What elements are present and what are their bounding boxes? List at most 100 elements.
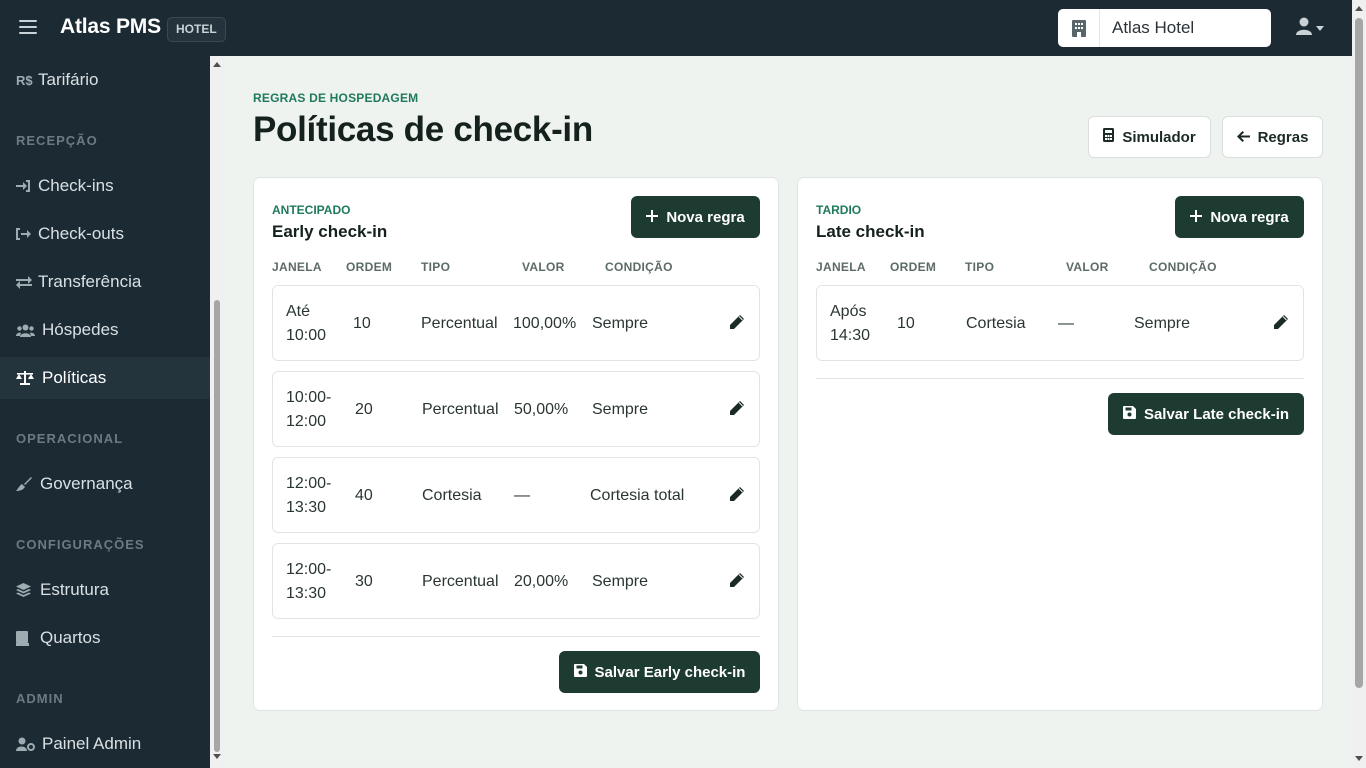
- sidebar-item-label: Tarifário: [38, 70, 99, 89]
- row-window: Até 10:00: [286, 300, 326, 348]
- column-header-tipo: TIPO: [965, 260, 995, 274]
- sidebar-item-quartos[interactable]: Quartos: [0, 617, 210, 659]
- sidebar-scroll-thumb[interactable]: [214, 300, 220, 752]
- back-to-rules-button[interactable]: Regras: [1222, 116, 1323, 158]
- row-order: 20: [355, 401, 373, 418]
- new-rule-button[interactable]: Nova regra: [631, 196, 760, 238]
- save-icon: [1122, 405, 1136, 423]
- table-row: Até 10:00 10 Percentual 100,00% Sempre: [272, 285, 760, 361]
- divider: [272, 636, 760, 637]
- page-eyebrow: REGRAS DE HOSPEDAGEM: [253, 91, 419, 105]
- broom-icon: [16, 477, 40, 491]
- row-type: Cortesia: [966, 315, 1026, 332]
- new-rule-button[interactable]: Nova regra: [1175, 196, 1304, 238]
- new-rule-label: Nova regra: [666, 208, 745, 226]
- brand-name[interactable]: Atlas PMS: [60, 15, 161, 39]
- edit-pencil-icon[interactable]: [728, 314, 748, 334]
- hamburger-menu-icon[interactable]: [19, 20, 37, 36]
- row-window: 10:00- 12:00: [286, 386, 331, 434]
- page-title: Políticas de check-in: [253, 110, 593, 149]
- edit-pencil-icon[interactable]: [728, 572, 748, 592]
- simulator-button[interactable]: Simulador: [1088, 116, 1211, 158]
- sidebar-item-hospedes[interactable]: Hóspedes: [0, 309, 210, 351]
- row-condition: Sempre: [592, 573, 649, 590]
- window-start: 10:00-: [286, 389, 332, 406]
- scroll-down-arrow-icon[interactable]: [213, 754, 221, 759]
- page-scrollbar[interactable]: [1352, 0, 1366, 768]
- sidebar-item-label: Hóspedes: [42, 320, 119, 339]
- bed-icon: [16, 630, 40, 646]
- window-end: 13:30: [286, 499, 327, 516]
- sidebar-item-transferencia[interactable]: Transferência: [0, 261, 210, 303]
- sidebar-item-painel-admin[interactable]: Painel Admin: [0, 723, 210, 765]
- user-icon: [1296, 17, 1312, 40]
- card-title: Early check-in: [272, 222, 388, 241]
- card-title: Late check-in: [816, 222, 925, 241]
- sidebar-item-label: Check-ins: [38, 176, 114, 195]
- window-end: 12:00: [286, 413, 327, 430]
- edit-pencil-icon[interactable]: [728, 400, 748, 420]
- late-checkin-card: TARDIO Late check-in Nova regra JANELA O…: [797, 177, 1323, 711]
- scroll-up-arrow-icon[interactable]: [1355, 6, 1363, 11]
- row-type: Percentual: [422, 573, 499, 590]
- column-header-ordem: ORDEM: [346, 260, 393, 274]
- table-row: Após 14:30 10 Cortesia — Sempre: [816, 285, 1304, 361]
- sidebar-item-label: Estrutura: [40, 580, 109, 599]
- row-value: 50,00%: [514, 401, 569, 418]
- section-recepcao: RECEPÇÃO: [16, 133, 98, 148]
- currency-icon: R$: [16, 72, 33, 88]
- scroll-up-arrow-icon[interactable]: [213, 62, 221, 67]
- sidebar-item-governanca[interactable]: Governança: [0, 463, 210, 505]
- layers-icon: [16, 583, 40, 597]
- scroll-down-arrow-icon[interactable]: [1355, 756, 1363, 761]
- row-order: 30: [355, 573, 373, 590]
- save-label: Salvar Late check-in: [1143, 405, 1290, 423]
- row-order: 10: [897, 315, 915, 332]
- new-rule-label: Nova regra: [1210, 208, 1289, 226]
- simulator-label: Simulador: [1122, 128, 1196, 146]
- section-operacional: OPERACIONAL: [16, 431, 124, 446]
- page-scroll-thumb[interactable]: [1355, 18, 1363, 688]
- row-type: Percentual: [422, 401, 499, 418]
- edit-pencil-icon[interactable]: [728, 486, 748, 506]
- window-start: Até: [286, 303, 311, 320]
- user-menu[interactable]: [1296, 17, 1330, 40]
- save-label: Salvar Early check-in: [594, 663, 746, 681]
- column-header-condicao: CONDIÇÃO: [1149, 260, 1217, 274]
- sidebar-item-tarifario[interactable]: R$ Tarifário: [0, 59, 210, 101]
- sidebar-item-estrutura[interactable]: Estrutura: [0, 569, 210, 611]
- sidebar-item-label: Transferência: [38, 272, 142, 291]
- hotel-name: Atlas Hotel: [1112, 18, 1195, 37]
- column-header-ordem: ORDEM: [890, 260, 937, 274]
- transfer-icon: [16, 275, 38, 289]
- sidebar-item-check-outs[interactable]: Check-outs: [0, 213, 210, 255]
- card-eyebrow: ANTECIPADO: [272, 203, 351, 217]
- row-value: 100,00%: [513, 315, 577, 332]
- window-start: Após: [830, 303, 867, 320]
- sidebar-item-politicas[interactable]: Políticas: [0, 357, 210, 399]
- scale-icon: [16, 371, 42, 385]
- row-type: Cortesia: [422, 487, 482, 504]
- hotel-selector[interactable]: Atlas Hotel: [1058, 9, 1271, 47]
- row-value: —: [514, 487, 530, 504]
- sidebar-item-check-ins[interactable]: Check-ins: [0, 165, 210, 207]
- building-icon: [1058, 9, 1100, 47]
- row-condition: Sempre: [592, 315, 649, 332]
- row-order: 40: [355, 487, 373, 504]
- window-end: 13:30: [286, 585, 327, 602]
- table-row: 12:00- 13:30 40 Cortesia — Cortesia total: [272, 457, 760, 533]
- window-start: 12:00-: [286, 475, 332, 492]
- window-end: 10:00: [286, 327, 327, 344]
- column-header-janela: JANELA: [272, 260, 322, 274]
- check-in-icon: [16, 180, 38, 192]
- top-bar: Atlas PMS HOTEL Atlas Hotel: [0, 0, 1352, 56]
- edit-pencil-icon[interactable]: [1272, 314, 1292, 334]
- save-late-checkin-button[interactable]: Salvar Late check-in: [1108, 393, 1304, 435]
- row-window: 12:00- 13:30: [286, 472, 331, 520]
- sidebar: R$ Tarifário RECEPÇÃO Check-ins Check-ou…: [0, 56, 224, 768]
- save-early-checkin-button[interactable]: Salvar Early check-in: [559, 651, 760, 693]
- sidebar-scrollbar[interactable]: [210, 56, 224, 768]
- sidebar-item-label: Check-outs: [38, 224, 124, 243]
- table-row: 10:00- 12:00 20 Percentual 50,00% Sempre: [272, 371, 760, 447]
- save-icon: [573, 663, 587, 681]
